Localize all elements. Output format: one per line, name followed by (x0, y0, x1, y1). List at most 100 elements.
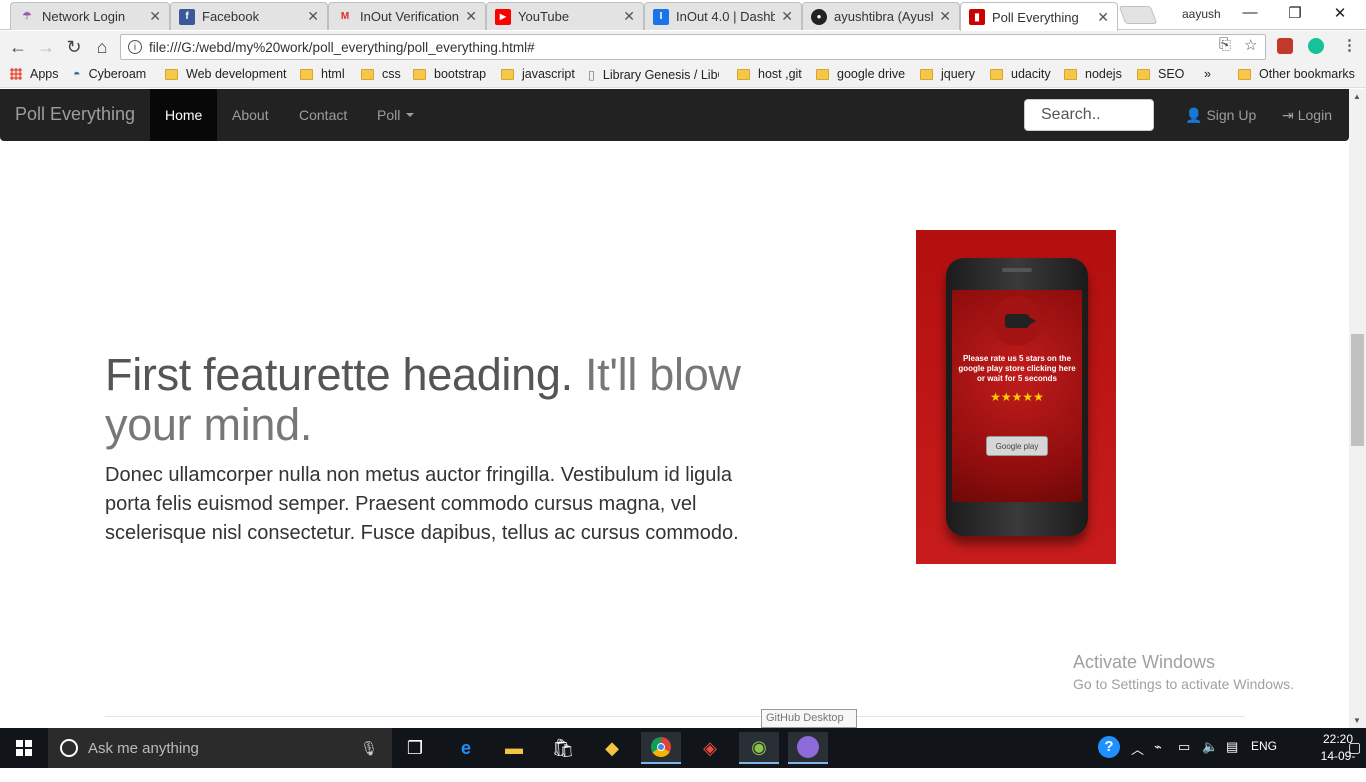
nav-poll-label: Poll (377, 107, 401, 123)
featurette-text: Donec ullamcorper nulla non metus auctor… (105, 464, 739, 544)
bookmark-udacity[interactable]: udacity (990, 67, 1051, 81)
profile-button[interactable]: aayush (1176, 5, 1227, 23)
search-input[interactable] (1024, 99, 1154, 131)
nav-poll-dropdown[interactable]: Poll (362, 89, 429, 141)
sticky-notes-icon[interactable]: ◆ (592, 732, 632, 764)
close-icon[interactable]: ✕ (149, 8, 161, 25)
page-icon: ▯ (588, 68, 595, 82)
close-icon[interactable]: ✕ (1097, 9, 1109, 26)
bookmark-jquery[interactable]: jquery (920, 67, 975, 81)
tab-inout-verification[interactable]: M InOut Verification ✕ (328, 2, 486, 30)
watermark-title: Activate Windows (1073, 652, 1216, 672)
bookmark-css[interactable]: css (361, 67, 401, 81)
extension-book-icon[interactable] (1277, 38, 1293, 54)
chevron-up-icon[interactable]: ︿ (1131, 739, 1144, 758)
github-desktop-icon[interactable] (788, 732, 828, 764)
help-icon[interactable]: ? (1098, 736, 1120, 758)
volume-icon[interactable]: 🔈 (1202, 739, 1218, 755)
address-bar[interactable]: i file:///G:/webd/my%20work/poll_everyth… (120, 34, 1266, 60)
nav-home[interactable]: Home (150, 89, 217, 141)
language-indicator[interactable]: ENG (1251, 739, 1277, 753)
facebook-icon: f (179, 8, 195, 25)
bookmark-cyberoam[interactable]: ◓ Cyberoam (73, 67, 146, 81)
close-icon[interactable]: ✕ (781, 8, 793, 25)
bookmark-html[interactable]: html (300, 67, 345, 81)
microphone-icon[interactable]: 🎙 (360, 740, 378, 757)
tab-youtube[interactable]: ▶ YouTube ✕ (486, 2, 644, 30)
network-icon[interactable]: ▭ (1178, 739, 1190, 755)
featurette-heading-main: First featurette heading. (105, 349, 573, 400)
folder-icon (1064, 68, 1077, 80)
notifications-icon[interactable]: ▢ (1348, 739, 1361, 756)
tab-github[interactable]: ● ayushtibra (Ayush ✕ (802, 2, 960, 30)
message-icon[interactable]: ▤ (1226, 739, 1238, 755)
phone-mockup: Please rate us 5 stars on the google pla… (946, 258, 1088, 536)
bookmark-other[interactable]: Other bookmarks (1238, 67, 1355, 81)
nav-login[interactable]: ⇥ Login (1267, 89, 1347, 141)
restore-icon[interactable]: ❐ (1280, 4, 1310, 22)
bookmark-label: javascript (522, 67, 575, 81)
rating-stars: ★★★★★ (990, 390, 1044, 404)
folder-icon (501, 68, 514, 80)
tab-poll-everything[interactable]: ▮ Poll Everything ✕ (960, 2, 1118, 31)
close-icon[interactable]: ✕ (465, 8, 477, 25)
scrollbar-thumb[interactable] (1351, 334, 1364, 446)
close-window-icon[interactable]: ✕ (1325, 4, 1355, 22)
tab-inout-dashboard[interactable]: I InOut 4.0 | Dashbo ✕ (644, 2, 802, 30)
cyberoam-icon: ◓ (73, 67, 81, 81)
home-icon[interactable]: ⌂ (91, 37, 113, 58)
cortana-search[interactable]: Ask me anything 🎙 (48, 728, 392, 768)
bookmark-label: bootstrap (434, 67, 487, 81)
close-icon[interactable]: ✕ (623, 8, 635, 25)
bookmark-javascript[interactable]: javascript (501, 67, 575, 81)
scroll-down-icon[interactable]: ▼ (1353, 716, 1361, 725)
git-icon[interactable]: ◈ (690, 732, 730, 764)
menu-icon[interactable]: ⋮ (1342, 36, 1357, 54)
power-icon[interactable]: ⌁ (1154, 739, 1162, 755)
tab-title: Poll Everything (992, 9, 1079, 25)
bookmark-star-icon[interactable]: ☆ (1244, 36, 1257, 54)
brand-link[interactable]: Poll Everything (15, 104, 135, 125)
minimize-icon[interactable]: — (1235, 4, 1265, 21)
translate-icon[interactable]: ⎘ (1219, 36, 1231, 53)
scroll-up-icon[interactable]: ▲ (1353, 92, 1361, 101)
bookmark-bootstrap[interactable]: bootstrap (413, 67, 486, 81)
bookmark-nodejs[interactable]: nodejs (1064, 67, 1122, 81)
nav-about[interactable]: About (217, 89, 284, 141)
chrome-icon[interactable] (641, 732, 681, 764)
bookmark-apps[interactable]: Apps (10, 67, 59, 81)
forward-icon[interactable]: → (35, 37, 57, 58)
task-view-icon[interactable]: ❐ (395, 732, 435, 764)
close-icon[interactable]: ✕ (939, 8, 951, 25)
bookmark-seo[interactable]: SEO (1137, 67, 1184, 81)
github-icon: ● (811, 8, 827, 25)
bookmarks-overflow-button[interactable]: » (1204, 67, 1211, 81)
edge-icon[interactable]: e (446, 732, 486, 764)
folder-icon (165, 68, 178, 80)
tab-title: ayushtibra (Ayush (834, 9, 934, 24)
bookmark-label: nodejs (1085, 67, 1122, 81)
tab-network-login[interactable]: ☂ Network Login ✕ (10, 2, 170, 30)
tab-facebook[interactable]: f Facebook ✕ (170, 2, 328, 30)
file-explorer-icon[interactable]: ▬ (494, 732, 534, 764)
phone-screen: Please rate us 5 stars on the google pla… (952, 290, 1082, 502)
back-icon[interactable]: ← (7, 37, 29, 58)
store-icon[interactable]: 🛍 (543, 732, 583, 764)
reload-icon[interactable]: ↻ (63, 37, 85, 58)
nav-contact[interactable]: Contact (284, 89, 362, 141)
globe-app-icon[interactable]: ◉ (739, 732, 779, 764)
start-button[interactable] (0, 728, 48, 768)
grammarly-icon[interactable] (1308, 38, 1324, 54)
watermark-subtitle: Go to Settings to activate Windows. (1073, 676, 1294, 692)
bookmark-web-development[interactable]: Web development (165, 67, 287, 81)
folder-icon (990, 68, 1003, 80)
bookmark-host-git[interactable]: host ,git (737, 67, 802, 81)
close-icon[interactable]: ✕ (307, 8, 319, 25)
tab-title: InOut Verification (360, 9, 459, 24)
nav-signup[interactable]: 👤 Sign Up (1170, 89, 1271, 141)
new-tab-button[interactable] (1118, 6, 1158, 24)
rate-prompt: Please rate us 5 stars on the google pla… (958, 354, 1076, 383)
bookmark-google-drive[interactable]: google drive (816, 67, 905, 81)
bookmark-library-genesis[interactable]: ▯ Library Genesis / LibG (588, 67, 719, 83)
info-icon[interactable]: i (128, 40, 142, 54)
